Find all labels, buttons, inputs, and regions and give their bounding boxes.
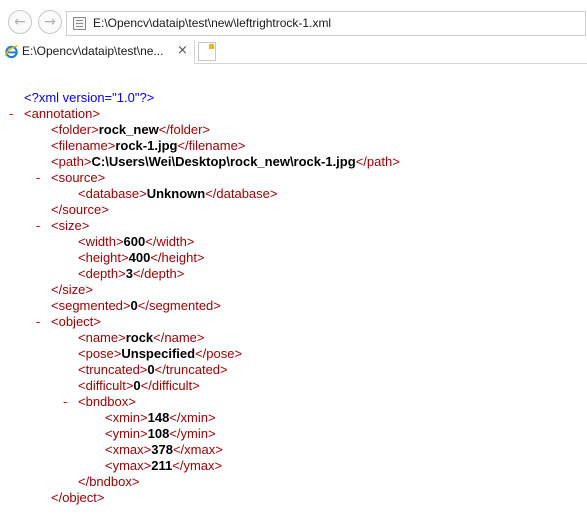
- forward-button[interactable]: →: [38, 10, 62, 34]
- back-button[interactable]: ←: [8, 10, 32, 34]
- forward-arrow-icon: →: [44, 14, 56, 30]
- collapse-toggle-source[interactable]: -: [36, 170, 40, 186]
- browser-window: ← → E:\Opencv\dataip\test\new\leftrightr…: [0, 0, 587, 514]
- xml-line-bndbox-close: </bndbox>: [78, 474, 140, 489]
- close-icon[interactable]: ×: [177, 43, 188, 58]
- address-url[interactable]: E:\Opencv\dataip\test\new\leftrightrock-…: [93, 16, 331, 30]
- xml-line-annotation-open: <annotation>: [24, 106, 100, 121]
- xml-line-segmented: <segmented>0</segmented>: [51, 298, 221, 313]
- collapse-toggle-annotation[interactable]: -: [9, 106, 13, 122]
- xml-declaration: <?xml version="1.0"?>: [24, 90, 155, 105]
- xml-line-name: <name>rock</name>: [78, 330, 205, 345]
- xml-line-pose: <pose>Unspecified</pose>: [78, 346, 243, 361]
- xml-line-size-open: <size>: [51, 218, 90, 233]
- collapse-toggle-bndbox[interactable]: -: [63, 394, 67, 410]
- tab-title: E:\Opencv\dataip\test\ne...: [22, 44, 164, 58]
- xml-line-object-open: <object>: [51, 314, 101, 329]
- xml-line-difficult: <difficult>0</difficult>: [78, 378, 200, 393]
- xml-line-height: <height>400</height>: [78, 250, 205, 265]
- xml-line-filename: <filename>rock-1.jpg</filename>: [51, 138, 246, 153]
- xml-line-source-open: <source>: [51, 170, 106, 185]
- new-tab-button[interactable]: [198, 42, 216, 61]
- xml-line-ymin: <ymin>108</ymin>: [105, 426, 216, 441]
- xml-line-path: <path>C:\Users\Wei\Desktop\rock_new\rock…: [51, 154, 400, 169]
- xml-line-object-close: </object>: [51, 490, 105, 505]
- xml-line-bndbox-open: <bndbox>: [78, 394, 136, 409]
- navigation-bar: ← → E:\Opencv\dataip\test\new\leftrightr…: [0, 0, 587, 40]
- xml-line-ymax: <ymax>211</ymax>: [105, 458, 223, 473]
- xml-line-width: <width>600</width>: [78, 234, 195, 249]
- tab-active[interactable]: E:\Opencv\dataip\test\ne... ×: [0, 40, 195, 64]
- xml-line-size-close: </size>: [51, 282, 93, 297]
- page-icon: [73, 17, 86, 30]
- collapse-toggle-object[interactable]: -: [36, 314, 40, 330]
- tab-bar: E:\Opencv\dataip\test\ne... ×: [0, 40, 587, 64]
- xml-line-database: <database>Unknown</database>: [78, 186, 278, 201]
- xml-line-source-close: </source>: [51, 202, 109, 217]
- xml-line-xmax: <xmax>378</xmax>: [105, 442, 223, 457]
- xml-line-xmin: <xmin>148</xmin>: [105, 410, 216, 425]
- internet-explorer-icon: [4, 45, 18, 59]
- xml-line-depth: <depth>3</depth>: [78, 266, 185, 281]
- xml-document-view: <?xml version="1.0"?> - <annotation> <fo…: [0, 65, 587, 514]
- xml-line-truncated: <truncated>0</truncated>: [78, 362, 228, 377]
- collapse-toggle-size[interactable]: -: [36, 218, 40, 234]
- xml-line-folder: <folder>rock_new</folder>: [51, 122, 211, 137]
- address-bar[interactable]: E:\Opencv\dataip\test\new\leftrightrock-…: [66, 11, 586, 36]
- back-arrow-icon: ←: [14, 14, 26, 30]
